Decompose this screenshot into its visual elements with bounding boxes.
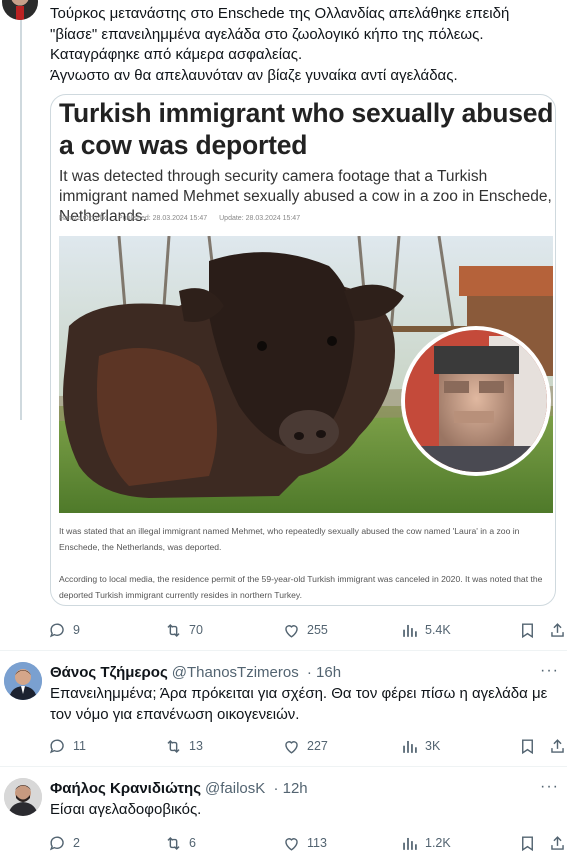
reply-header: Θάνος Τζήμερος @ThanosTzimeros · 16h <box>50 664 341 681</box>
article-author: Hamza Özçelik <box>59 215 107 222</box>
reply-button[interactable]: 2 <box>48 831 80 855</box>
reply-actions: 11 13 227 3K <box>48 734 567 758</box>
tweet-line: Άγνωστο αν θα απελαυνόταν αν βίαζε γυναί… <box>50 66 458 84</box>
avatar-image <box>4 778 42 816</box>
cow-photo <box>59 236 553 513</box>
views-button[interactable]: 3K <box>400 734 440 758</box>
bookmark-icon <box>522 835 533 851</box>
reply-button[interactable]: 11 <box>48 734 86 758</box>
more-options-button[interactable]: ··· <box>540 778 559 796</box>
share-button[interactable] <box>548 734 567 758</box>
repost-button[interactable]: 70 <box>164 618 203 642</box>
avatar-image <box>4 662 42 700</box>
tweet-line: Τούρκος μετανάστης στο Enschede της Ολλα… <box>50 5 510 22</box>
share-icon <box>551 835 564 850</box>
like-count: 255 <box>307 623 328 637</box>
article-caption: It was stated that an illegal immigrant … <box>59 526 520 552</box>
user-handle[interactable]: @failosK <box>205 780 265 797</box>
views-icon <box>403 837 417 850</box>
bookmark-button[interactable] <box>518 618 537 642</box>
display-name[interactable]: Φαήλος Κρανιδιώτης <box>50 780 201 797</box>
like-count: 227 <box>307 739 328 753</box>
views-count: 3K <box>425 739 441 753</box>
avatar[interactable] <box>2 0 38 20</box>
repost-icon <box>167 836 180 850</box>
attached-image[interactable]: Turkish immigrant who sexually abused a … <box>50 94 556 606</box>
views-count: 5.4K <box>425 623 451 637</box>
reply-actions: 2 6 113 1.2K <box>48 831 567 855</box>
reply-line: τον νόμο για επανένωση οικογενειών. <box>50 705 300 723</box>
timestamp[interactable]: · 16h <box>307 664 341 681</box>
repost-count: 6 <box>189 836 196 850</box>
share-icon <box>551 738 564 753</box>
reply-icon <box>49 835 64 850</box>
tweet-line: "βίασε" επανειλημμένα αγελάδα στο ζωολογ… <box>50 25 484 43</box>
user-handle[interactable]: @ThanosTzimeros <box>172 664 299 681</box>
bookmark-button[interactable] <box>518 831 537 855</box>
reply-count: 11 <box>73 739 86 753</box>
display-name[interactable]: Θάνος Τζήμερος <box>50 664 168 681</box>
views-count: 1.2K <box>425 836 451 850</box>
bookmark-button[interactable] <box>518 734 537 758</box>
like-button[interactable]: 113 <box>282 831 327 855</box>
reply-line: Επανειλημμένα; Άρα πρόκειται για σχέση. … <box>50 685 548 702</box>
repost-button[interactable]: 13 <box>164 734 203 758</box>
repost-icon <box>167 739 180 753</box>
article-meta: Hamza Özçelik Published: 28.03.2024 15:4… <box>59 215 310 222</box>
tweet-actions: 9 70 255 5.4K <box>48 618 567 642</box>
like-button[interactable]: 255 <box>282 618 328 642</box>
reply-button[interactable]: 9 <box>48 618 80 642</box>
bookmark-icon <box>522 738 533 754</box>
views-icon <box>403 740 417 753</box>
reply-count: 9 <box>73 623 80 637</box>
repost-count: 13 <box>189 739 203 753</box>
cow-photo-illustration <box>59 236 553 513</box>
share-icon <box>551 622 564 637</box>
tweet-line: Καταγράφηκε από κάμερα ασφαλείας. <box>50 46 303 63</box>
reply-text: Είσαι αγελαδοφοβικός. <box>50 800 555 821</box>
repost-button[interactable]: 6 <box>164 831 196 855</box>
reply-count: 2 <box>73 836 80 850</box>
like-icon <box>285 624 298 638</box>
repost-icon <box>167 623 180 637</box>
reply-header: Φαήλος Κρανιδιώτης @failosK · 12h <box>50 780 308 797</box>
article-published: Published: 28.03.2024 15:47 <box>118 215 208 222</box>
avatar[interactable] <box>4 778 42 816</box>
reply-icon <box>49 622 64 637</box>
bookmark-icon <box>522 622 533 638</box>
more-options-button[interactable]: ··· <box>540 662 559 680</box>
reply-text: Επανειλημμένα; Άρα πρόκειται για σχέση. … <box>50 684 555 725</box>
like-count: 113 <box>307 836 327 850</box>
article-updated: Update: 28.03.2024 15:47 <box>219 215 301 222</box>
timestamp[interactable]: · 12h <box>273 780 307 797</box>
tweet-text: Τούρκος μετανάστης στο Enschede της Ολλα… <box>50 4 550 86</box>
like-icon <box>285 740 298 754</box>
repost-count: 70 <box>189 623 203 637</box>
views-icon <box>403 624 417 637</box>
thread-line <box>20 0 22 420</box>
reply-icon <box>49 738 64 753</box>
like-icon <box>285 837 298 851</box>
share-button[interactable] <box>548 831 567 855</box>
article-caption: According to local media, the residence … <box>59 574 543 600</box>
share-button[interactable] <box>548 618 567 642</box>
like-button[interactable]: 227 <box>282 734 328 758</box>
views-button[interactable]: 1.2K <box>400 831 451 855</box>
article-headline: Turkish immigrant who sexually abused a … <box>59 98 554 160</box>
reply-line: Είσαι αγελαδοφοβικός. <box>50 801 202 818</box>
avatar[interactable] <box>4 662 42 700</box>
views-button[interactable]: 5.4K <box>400 618 451 642</box>
